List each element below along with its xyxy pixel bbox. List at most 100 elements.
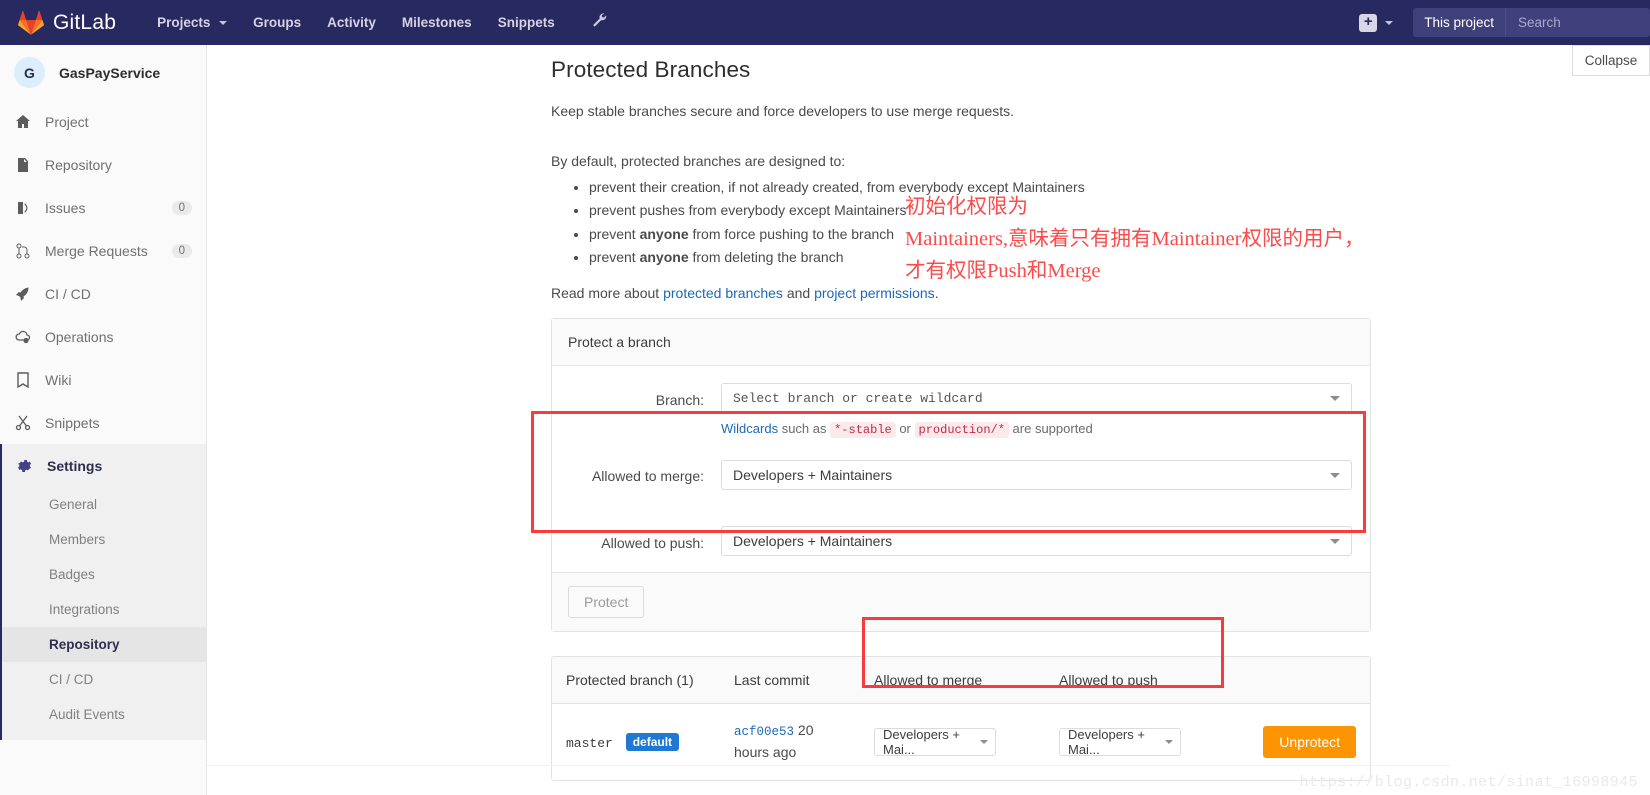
sidebar-item-operations[interactable]: Operations bbox=[0, 315, 206, 358]
nav-snippets[interactable]: Snippets bbox=[485, 0, 568, 45]
branch-name: master bbox=[566, 735, 613, 751]
watermark-rule bbox=[0, 765, 1450, 766]
rule-text-1: prevent their creation, if not already c… bbox=[589, 179, 1085, 195]
project-avatar: G bbox=[14, 57, 45, 88]
project-permissions-link[interactable]: project permissions bbox=[814, 285, 935, 301]
sidebar-item-issues[interactable]: Issues 0 bbox=[0, 186, 206, 229]
row-push-value: Developers + Mai... bbox=[1068, 726, 1145, 757]
main-content: Protected Branches Keep stable branches … bbox=[207, 45, 1650, 795]
content-column: Protected Branches Keep stable branches … bbox=[551, 45, 1371, 781]
panel-footer: Protect bbox=[552, 571, 1370, 631]
rule-text-4a: prevent bbox=[589, 249, 640, 266]
branch-row: Branch: Select branch or create wildcard… bbox=[552, 383, 1370, 439]
th-protected-branch: Protected branch (1) bbox=[552, 656, 720, 704]
sidebar-item-settings[interactable]: Settings bbox=[2, 444, 206, 487]
wildcards-helper: Wildcards such as *-stable or production… bbox=[721, 420, 1352, 439]
sidebar-label-merge-requests: Merge Requests bbox=[45, 242, 148, 259]
rule-text-2: prevent pushes from everybody except Mai… bbox=[589, 202, 907, 219]
wrench-icon[interactable] bbox=[592, 0, 607, 45]
search-scope-button[interactable]: This project bbox=[1413, 8, 1505, 37]
panel-body: Branch: Select branch or create wildcard… bbox=[552, 366, 1370, 631]
sidebar-item-general[interactable]: General bbox=[2, 487, 206, 522]
commit-sha-link[interactable]: acf00e53 bbox=[734, 725, 794, 739]
book-icon bbox=[14, 371, 32, 389]
chevron-down-icon bbox=[1330, 538, 1340, 544]
allowed-to-merge-control: Developers + Maintainers bbox=[721, 459, 1352, 490]
collapse-button[interactable]: Collapse bbox=[1572, 45, 1650, 76]
row-allowed-to-push-select[interactable]: Developers + Mai... bbox=[1059, 726, 1181, 757]
th-last-commit: Last commit bbox=[720, 656, 860, 704]
rule-emphasis-3: anyone bbox=[639, 225, 689, 242]
left-sidebar: G GasPayService Project Repository Issue… bbox=[0, 45, 207, 795]
table-header-row: Protected branch (1) Last commit Allowed… bbox=[552, 656, 1370, 704]
branch-select[interactable]: Select branch or create wildcard bbox=[721, 383, 1352, 414]
sidebar-item-badges[interactable]: Badges bbox=[2, 557, 206, 592]
row-allowed-to-merge-select[interactable]: Developers + Mai... bbox=[874, 727, 996, 757]
project-header[interactable]: G GasPayService bbox=[0, 45, 206, 100]
cell-actions: Unprotect bbox=[1235, 703, 1370, 780]
gitlab-home-link[interactable]: GitLab bbox=[0, 10, 130, 35]
wildcards-link[interactable]: Wildcards bbox=[721, 421, 778, 436]
allowed-to-push-select[interactable]: Developers + Maintainers bbox=[721, 525, 1352, 556]
rule-text-4b: from deleting the branch bbox=[688, 249, 844, 266]
gear-icon bbox=[16, 457, 34, 475]
cloud-gear-icon bbox=[14, 328, 32, 346]
list-item: prevent anyone from deleting the branch bbox=[589, 248, 1371, 267]
protected-branches-link[interactable]: protected branches bbox=[663, 285, 783, 301]
chevron-down-icon bbox=[1330, 472, 1340, 478]
wrench-glyph bbox=[593, 13, 606, 27]
nav-activity[interactable]: Activity bbox=[314, 0, 389, 45]
chevron-down-icon bbox=[980, 739, 988, 744]
allowed-to-merge-select[interactable]: Developers + Maintainers bbox=[721, 459, 1352, 490]
wildcard-example-2: production/* bbox=[914, 422, 1009, 439]
nav-projects[interactable]: Projects bbox=[144, 0, 240, 45]
allowed-to-merge-value: Developers + Maintainers bbox=[733, 466, 893, 483]
rule-text-3b: from force pushing to the branch bbox=[688, 225, 895, 242]
sidebar-item-audit-events[interactable]: Audit Events bbox=[2, 697, 206, 732]
sidebar-item-project[interactable]: Project bbox=[0, 100, 206, 143]
branch-label: Branch: bbox=[655, 392, 704, 409]
sidebar-label-wiki: Wiki bbox=[45, 371, 72, 388]
helper-mid-1: such as bbox=[778, 421, 831, 437]
sidebar-item-ci-cd-settings[interactable]: CI / CD bbox=[2, 662, 206, 697]
rule-emphasis-4: anyone bbox=[639, 249, 689, 266]
sidebar-item-ci-cd[interactable]: CI / CD bbox=[0, 272, 206, 315]
table-body: master default acf00e53 20 hours ago Dev… bbox=[552, 703, 1370, 780]
sidebar-item-repository[interactable]: Repository bbox=[0, 143, 206, 186]
unprotect-button[interactable]: Unprotect bbox=[1263, 725, 1356, 758]
sidebar-item-wiki[interactable]: Wiki bbox=[0, 358, 206, 401]
sidebar-item-merge-requests[interactable]: Merge Requests 0 bbox=[0, 229, 206, 272]
page-subtitle: Keep stable branches secure and force de… bbox=[551, 103, 1015, 119]
merge-requests-count-badge: 0 bbox=[171, 243, 192, 258]
nav-groups[interactable]: Groups bbox=[240, 0, 314, 45]
chevron-down-icon bbox=[1330, 396, 1340, 402]
sidebar-label-snippets: Snippets bbox=[45, 414, 100, 431]
sidebar-item-members[interactable]: Members bbox=[2, 522, 206, 557]
panel-heading: Protect a branch bbox=[552, 319, 1370, 367]
helper-mid-2: or bbox=[895, 421, 915, 437]
new-item-button[interactable]: + bbox=[1355, 13, 1397, 32]
sidebar-item-repository-settings[interactable]: Repository bbox=[2, 627, 206, 662]
sidebar-label-ci-cd: CI / CD bbox=[45, 285, 91, 302]
table-head: Protected branch (1) Last commit Allowed… bbox=[552, 656, 1370, 704]
th-actions bbox=[1235, 656, 1370, 704]
search-input[interactable]: Search bbox=[1505, 8, 1650, 37]
navbar-right: + This project Search bbox=[1355, 0, 1650, 45]
rule-text-3a: prevent bbox=[589, 225, 640, 242]
home-icon bbox=[14, 113, 32, 131]
sidebar-item-snippets[interactable]: Snippets bbox=[0, 401, 206, 444]
issues-icon bbox=[14, 199, 32, 217]
allowed-to-push-control: Developers + Maintainers bbox=[721, 525, 1352, 556]
merge-request-icon bbox=[14, 242, 32, 260]
protect-button[interactable]: Protect bbox=[568, 585, 645, 618]
th-allowed-to-merge: Allowed to merge bbox=[860, 656, 1045, 704]
watermark: https://blog.csdn.net/sinat_16998945 bbox=[1299, 774, 1638, 791]
sidebar-item-integrations[interactable]: Integrations bbox=[2, 592, 206, 627]
issues-count-badge: 0 bbox=[171, 200, 192, 215]
allowed-to-merge-label: Allowed to merge: bbox=[591, 467, 704, 484]
sidebar-label-settings: Settings bbox=[47, 457, 103, 474]
nav-milestones[interactable]: Milestones bbox=[389, 0, 485, 45]
gitlab-logo-icon bbox=[18, 10, 44, 35]
page-title: Protected Branches bbox=[551, 57, 751, 82]
read-more-line: Read more about protected branches and p… bbox=[551, 285, 1371, 301]
